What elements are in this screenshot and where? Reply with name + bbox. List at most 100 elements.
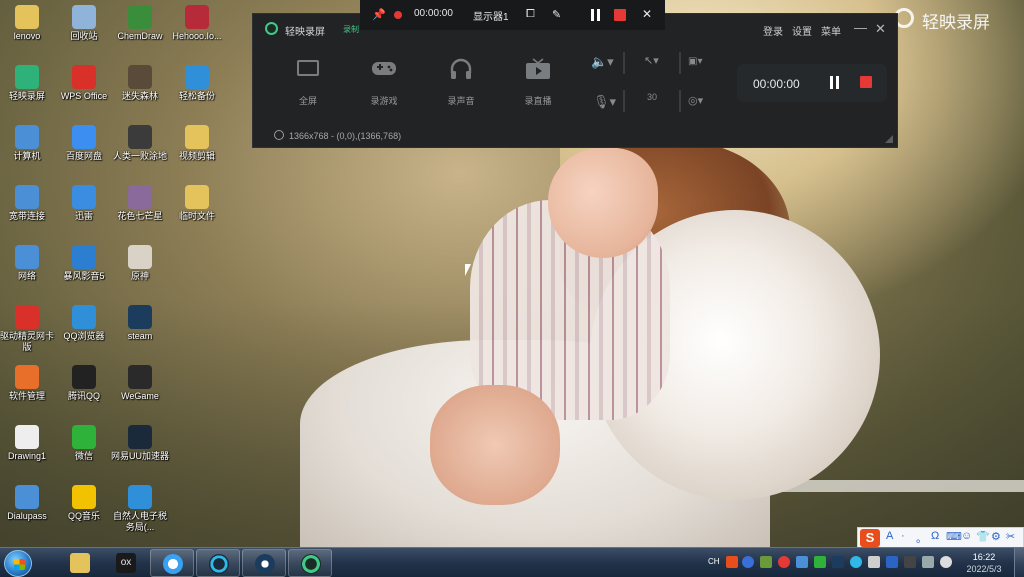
genshin-icon bbox=[128, 245, 152, 269]
floating-stop-icon[interactable] bbox=[614, 9, 626, 21]
desktop-icon[interactable]: 回收站 bbox=[53, 5, 115, 42]
mode-fullscreen-button[interactable]: 全屏 bbox=[278, 58, 338, 107]
ime-item[interactable]: ✂ bbox=[1006, 530, 1015, 543]
region-icon[interactable]: ⧠ bbox=[526, 8, 535, 21]
camera-setting-icon[interactable]: ◎▾ bbox=[688, 94, 703, 107]
ime-item[interactable]: A bbox=[886, 530, 893, 542]
stop-icon[interactable] bbox=[860, 76, 872, 88]
desktop-icon[interactable]: 驱动精灵网卡版 bbox=[0, 305, 58, 353]
wallpaper-hand bbox=[430, 385, 560, 505]
microphone-icon[interactable]: 🎙▾ bbox=[593, 94, 616, 110]
target-icon bbox=[274, 130, 284, 140]
desktop-icon-label: 软件管理 bbox=[8, 391, 45, 401]
desktop-icon[interactable]: 百度网盘 bbox=[53, 125, 115, 162]
wps-icon bbox=[72, 65, 96, 89]
watermark-setting-icon[interactable]: ▣▾ bbox=[688, 56, 702, 67]
minimize-button[interactable]: — bbox=[854, 20, 867, 35]
ime-item[interactable]: 。 bbox=[916, 530, 927, 546]
show-desktop-button[interactable] bbox=[1014, 548, 1024, 577]
taskbar-clock[interactable]: 16:22 2022/5/3 bbox=[960, 551, 1008, 575]
speaker-volume-icon[interactable]: 🔈▾ bbox=[591, 54, 614, 70]
desktop-icon[interactable]: 迷失森林 bbox=[109, 65, 171, 102]
menu-link[interactable]: 菜单 bbox=[821, 23, 841, 38]
tray-app-icon[interactable] bbox=[886, 556, 898, 568]
taskbar-qq-browser[interactable] bbox=[150, 549, 194, 577]
tray-app-icon[interactable] bbox=[814, 556, 826, 568]
desktop-icon[interactable]: 花色七芒星 bbox=[109, 185, 171, 222]
desktop-icon[interactable]: WeGame bbox=[109, 365, 171, 402]
desktop-icon[interactable]: QQ浏览器 bbox=[53, 305, 115, 342]
floating-pause-icon[interactable] bbox=[590, 9, 602, 21]
tray-app-icon[interactable] bbox=[904, 556, 916, 568]
tray-app-icon[interactable] bbox=[868, 556, 880, 568]
tray-app-icon[interactable] bbox=[742, 556, 754, 568]
desktop-icon[interactable]: 软件管理 bbox=[0, 365, 58, 402]
desktop-icon[interactable]: 网络 bbox=[0, 245, 58, 282]
desktop-icon[interactable]: 网易UU加速器 bbox=[109, 425, 171, 462]
desktop-icon[interactable]: 临时文件 bbox=[166, 185, 228, 222]
desktop-icon[interactable]: steam bbox=[109, 305, 171, 342]
start-button[interactable] bbox=[4, 550, 32, 577]
desktop-icon[interactable]: 暴风影音5 bbox=[53, 245, 115, 282]
uu-tray-icon[interactable] bbox=[850, 556, 862, 568]
mode-audio-button[interactable]: 录声音 bbox=[431, 58, 491, 107]
pause-icon[interactable] bbox=[829, 76, 841, 89]
sogou-tray-icon[interactable] bbox=[726, 556, 738, 568]
mode-live-button[interactable]: 录直播 bbox=[508, 58, 568, 107]
ime-item[interactable]: Ω bbox=[931, 530, 939, 542]
ime-item[interactable]: 👕 bbox=[976, 530, 990, 543]
driver-icon bbox=[15, 305, 39, 329]
desktop-icon[interactable]: 迅雷 bbox=[53, 185, 115, 222]
shield-icon[interactable] bbox=[796, 556, 808, 568]
desktop-icon[interactable]: QQ音乐 bbox=[53, 485, 115, 522]
desktop-icon[interactable]: ChemDraw bbox=[109, 5, 171, 42]
desktop-icon[interactable]: 自然人电子税务局(... bbox=[109, 485, 171, 533]
ime-item[interactable]: ⚙ bbox=[991, 530, 1001, 543]
settings-link[interactable]: 设置 bbox=[792, 23, 812, 38]
desktop-icon[interactable]: WPS Office bbox=[53, 65, 115, 102]
desktop-icon[interactable]: lenovo bbox=[0, 5, 58, 42]
mode-game-button[interactable]: 录游戏 bbox=[354, 58, 414, 107]
mic-slider[interactable] bbox=[623, 90, 625, 112]
desktop-icon[interactable]: 人类一败涂地 bbox=[109, 125, 171, 162]
desktop-icon[interactable]: 视频剪辑 bbox=[166, 125, 228, 162]
sogou-ime-icon[interactable]: S bbox=[860, 529, 880, 547]
ime-item[interactable]: · bbox=[901, 530, 905, 542]
display-select[interactable]: 显示器1 bbox=[473, 8, 509, 23]
desktop-icon[interactable]: Dialupass bbox=[0, 485, 58, 522]
ime-item[interactable]: ⌨ bbox=[946, 530, 962, 543]
game-icon bbox=[128, 125, 152, 149]
desktop-icon[interactable]: 宽带连接 bbox=[0, 185, 58, 222]
desktop-icon[interactable]: 轻映录屏 bbox=[0, 65, 58, 102]
taskbar-file-explorer[interactable] bbox=[58, 549, 102, 577]
desktop-icon[interactable]: Drawing1 bbox=[0, 425, 58, 462]
desktop-icon[interactable]: Hehooo.Io... bbox=[166, 5, 228, 42]
desktop-icon[interactable]: 腾讯QQ bbox=[53, 365, 115, 402]
input-method-bar[interactable]: S A · 。 Ω ⌨ ☺ 👕 ⚙ ✂ bbox=[857, 527, 1024, 548]
taskbar-uu-accelerator[interactable] bbox=[196, 549, 240, 577]
steam-icon bbox=[128, 305, 152, 329]
volume-tray-icon[interactable] bbox=[940, 556, 952, 568]
tray-app-icon[interactable] bbox=[778, 556, 790, 568]
taskbar-steam[interactable] bbox=[242, 549, 286, 577]
taskbar-recorder[interactable] bbox=[288, 549, 332, 577]
cursor-effect-icon[interactable]: ↖▾ bbox=[644, 54, 659, 67]
pin-icon[interactable]: 📌 bbox=[372, 8, 386, 21]
resize-handle[interactable] bbox=[885, 135, 893, 143]
tray-app-icon[interactable] bbox=[760, 556, 772, 568]
desktop-icon[interactable]: 计算机 bbox=[0, 125, 58, 162]
desktop-icon[interactable]: 原神 bbox=[109, 245, 171, 282]
language-indicator[interactable]: CH bbox=[708, 557, 724, 569]
fps-value[interactable]: 30 bbox=[647, 92, 657, 102]
floating-close-icon[interactable]: ✕ bbox=[642, 7, 652, 21]
pen-icon[interactable]: ✎ bbox=[552, 8, 561, 21]
ime-item[interactable]: ☺ bbox=[961, 530, 972, 542]
desktop-icon[interactable]: 轻松备份 bbox=[166, 65, 228, 102]
close-button[interactable]: ✕ bbox=[875, 21, 886, 37]
speaker-slider[interactable] bbox=[623, 52, 625, 74]
steam-tray-icon[interactable] bbox=[832, 556, 844, 568]
network-tray-icon[interactable] bbox=[922, 556, 934, 568]
login-link[interactable]: 登录 bbox=[763, 23, 783, 38]
desktop-icon[interactable]: 微信 bbox=[53, 425, 115, 462]
taskbar-mediaplayer[interactable]: ox bbox=[104, 549, 148, 577]
